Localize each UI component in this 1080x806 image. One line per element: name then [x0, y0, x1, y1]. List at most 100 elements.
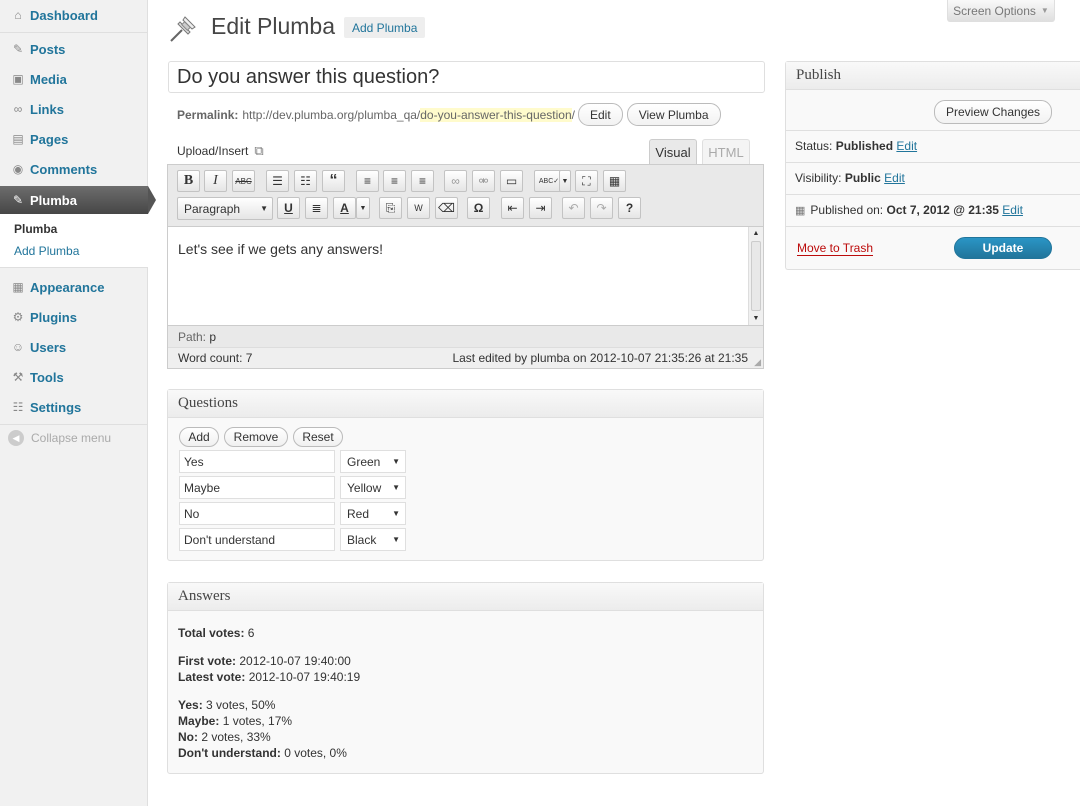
chevron-down-icon[interactable]: ▼: [356, 197, 370, 219]
move-to-trash-link[interactable]: Move to Trash: [797, 241, 874, 256]
color-select[interactable]: Yellow ▼: [340, 476, 406, 499]
resize-handle-icon[interactable]: ◢: [754, 357, 761, 368]
unlink-icon[interactable]: ⚮: [472, 170, 495, 192]
scroll-down-icon[interactable]: ▼: [751, 315, 761, 322]
result-row: Don't understand: 0 votes, 0%: [178, 746, 347, 760]
stat-value: 2012-10-07 19:40:00: [239, 654, 351, 668]
sidebar-item-links[interactable]: ∞ Links: [0, 94, 148, 124]
color-select[interactable]: Red ▼: [340, 502, 406, 525]
eraser-icon[interactable]: ⌫: [435, 197, 458, 219]
color-select[interactable]: Black ▼: [340, 528, 406, 551]
sidebar-item-label: Users: [30, 339, 67, 355]
sidebar-item-settings[interactable]: ☷ Settings: [0, 392, 148, 422]
preview-changes-button[interactable]: Preview Changes: [934, 100, 1053, 124]
blockquote-icon[interactable]: “: [322, 170, 345, 192]
fullscreen-icon[interactable]: ⛶: [575, 170, 598, 192]
post-title-input[interactable]: Do you answer this question?: [168, 61, 765, 93]
color-select-value: Yellow: [347, 480, 382, 495]
update-button[interactable]: Update: [954, 237, 1052, 259]
chevron-down-icon: ▼: [392, 535, 400, 544]
sidebar-item-users[interactable]: ☺ Users: [0, 332, 148, 362]
collapse-label: Collapse menu: [31, 431, 112, 445]
answer-input[interactable]: Don't understand: [179, 528, 335, 551]
edit-date-link[interactable]: Edit: [1002, 203, 1023, 217]
media-icon[interactable]: ⧉: [254, 143, 263, 159]
publish-title[interactable]: Publish: [786, 62, 1080, 90]
tab-visual[interactable]: Visual: [649, 139, 697, 165]
paste-word-icon[interactable]: W: [407, 197, 430, 219]
sidebar-item-comments[interactable]: ◉ Comments: [0, 154, 148, 184]
indent-icon[interactable]: ⇥: [529, 197, 552, 219]
editor-content-area[interactable]: Let's see if we gets any answers! ▲ ▼: [168, 226, 763, 326]
editor-scrollbar[interactable]: ▲ ▼: [748, 227, 763, 325]
sidebar-item-posts[interactable]: ✎ Posts: [0, 34, 148, 64]
insert-more-icon[interactable]: ▭: [500, 170, 523, 192]
answer-input[interactable]: No: [179, 502, 335, 525]
italic-icon[interactable]: I: [204, 170, 227, 192]
color-select[interactable]: Green ▼: [340, 450, 406, 473]
chevron-down-icon[interactable]: ▼: [559, 170, 571, 192]
submenu-item-plumba[interactable]: Plumba: [14, 222, 57, 236]
link-icon[interactable]: ∞: [444, 170, 467, 192]
text-color-icon[interactable]: A: [333, 197, 356, 219]
edit-permalink-button[interactable]: Edit: [578, 103, 623, 126]
outdent-icon[interactable]: ⇤: [501, 197, 524, 219]
appearance-icon: ▦: [12, 280, 24, 294]
align-left-icon[interactable]: ≡: [356, 170, 379, 192]
sidebar-item-media[interactable]: ▣ Media: [0, 64, 148, 94]
sidebar-item-plumba[interactable]: ✎ Plumba: [0, 186, 148, 214]
format-select-value: Paragraph: [184, 201, 241, 216]
sidebar-item-dashboard[interactable]: ⌂ Dashboard: [0, 0, 148, 30]
strikethrough-icon[interactable]: ABC: [232, 170, 255, 192]
sidebar-item-label: Comments: [30, 161, 98, 177]
reset-answers-button[interactable]: Reset: [293, 427, 343, 447]
tab-html[interactable]: HTML: [702, 139, 750, 165]
add-answer-button[interactable]: Add: [179, 427, 219, 447]
edit-status-link[interactable]: Edit: [896, 139, 917, 153]
redo-icon[interactable]: ↷: [590, 197, 613, 219]
answers-title[interactable]: Answers: [168, 583, 763, 611]
sidebar-item-pages[interactable]: ▤ Pages: [0, 124, 148, 154]
permalink-base: http://dev.plumba.org/plumba_qa/: [242, 107, 421, 122]
special-character-icon[interactable]: Ω: [467, 197, 490, 219]
stat-label: Total votes:: [178, 626, 245, 640]
sidebar-item-plugins[interactable]: ⚙ Plugins: [0, 302, 148, 332]
collapse-menu[interactable]: ◀ Collapse menu: [8, 430, 111, 446]
sidebar-item-appearance[interactable]: ▦ Appearance: [0, 272, 148, 302]
bold-icon[interactable]: B: [177, 170, 200, 192]
sidebar-item-label: Media: [30, 71, 67, 87]
numbered-list-icon[interactable]: ☷: [294, 170, 317, 192]
scroll-thumb[interactable]: [751, 241, 761, 311]
last-edited: Last edited by plumba on 2012-10-07 21:3…: [452, 351, 748, 365]
undo-icon[interactable]: ↶: [562, 197, 585, 219]
justify-icon[interactable]: ≣: [305, 197, 328, 219]
dashboard-icon: ⌂: [14, 8, 22, 22]
scroll-up-icon[interactable]: ▲: [751, 230, 761, 237]
path-value[interactable]: p: [209, 330, 216, 344]
chevron-down-icon: ▼: [392, 483, 400, 492]
permalink-slug[interactable]: do-you-answer-this-question: [420, 107, 572, 122]
help-icon[interactable]: ?: [618, 197, 641, 219]
menu-separator: [0, 424, 148, 425]
remove-answer-button[interactable]: Remove: [224, 427, 288, 447]
visibility-value: Public: [844, 171, 881, 185]
paste-text-icon[interactable]: ⎘: [379, 197, 402, 219]
format-select[interactable]: Paragraph ▼: [177, 197, 273, 220]
align-center-icon[interactable]: ≡: [383, 170, 406, 192]
answer-input[interactable]: Maybe: [179, 476, 335, 499]
edit-visibility-link[interactable]: Edit: [884, 171, 905, 185]
settings-icon: ☷: [12, 400, 24, 414]
kitchen-sink-icon[interactable]: ▦: [603, 170, 626, 192]
answer-input[interactable]: Yes: [179, 450, 335, 473]
upload-insert[interactable]: Upload/Insert ⧉: [177, 143, 264, 159]
questions-title[interactable]: Questions: [168, 390, 763, 418]
publish-separator: [785, 130, 1080, 131]
view-plumba-button[interactable]: View Plumba: [626, 103, 721, 126]
align-right-icon[interactable]: ≡: [411, 170, 434, 192]
add-plumba-button[interactable]: Add Plumba: [344, 17, 426, 38]
bullet-list-icon[interactable]: ☰: [266, 170, 289, 192]
screen-options-button[interactable]: Screen Options ▼: [947, 0, 1055, 22]
underline-icon[interactable]: U: [277, 197, 300, 219]
submenu-item-add-plumba[interactable]: Add Plumba: [14, 244, 79, 258]
sidebar-item-tools[interactable]: ⚒ Tools: [0, 362, 148, 392]
